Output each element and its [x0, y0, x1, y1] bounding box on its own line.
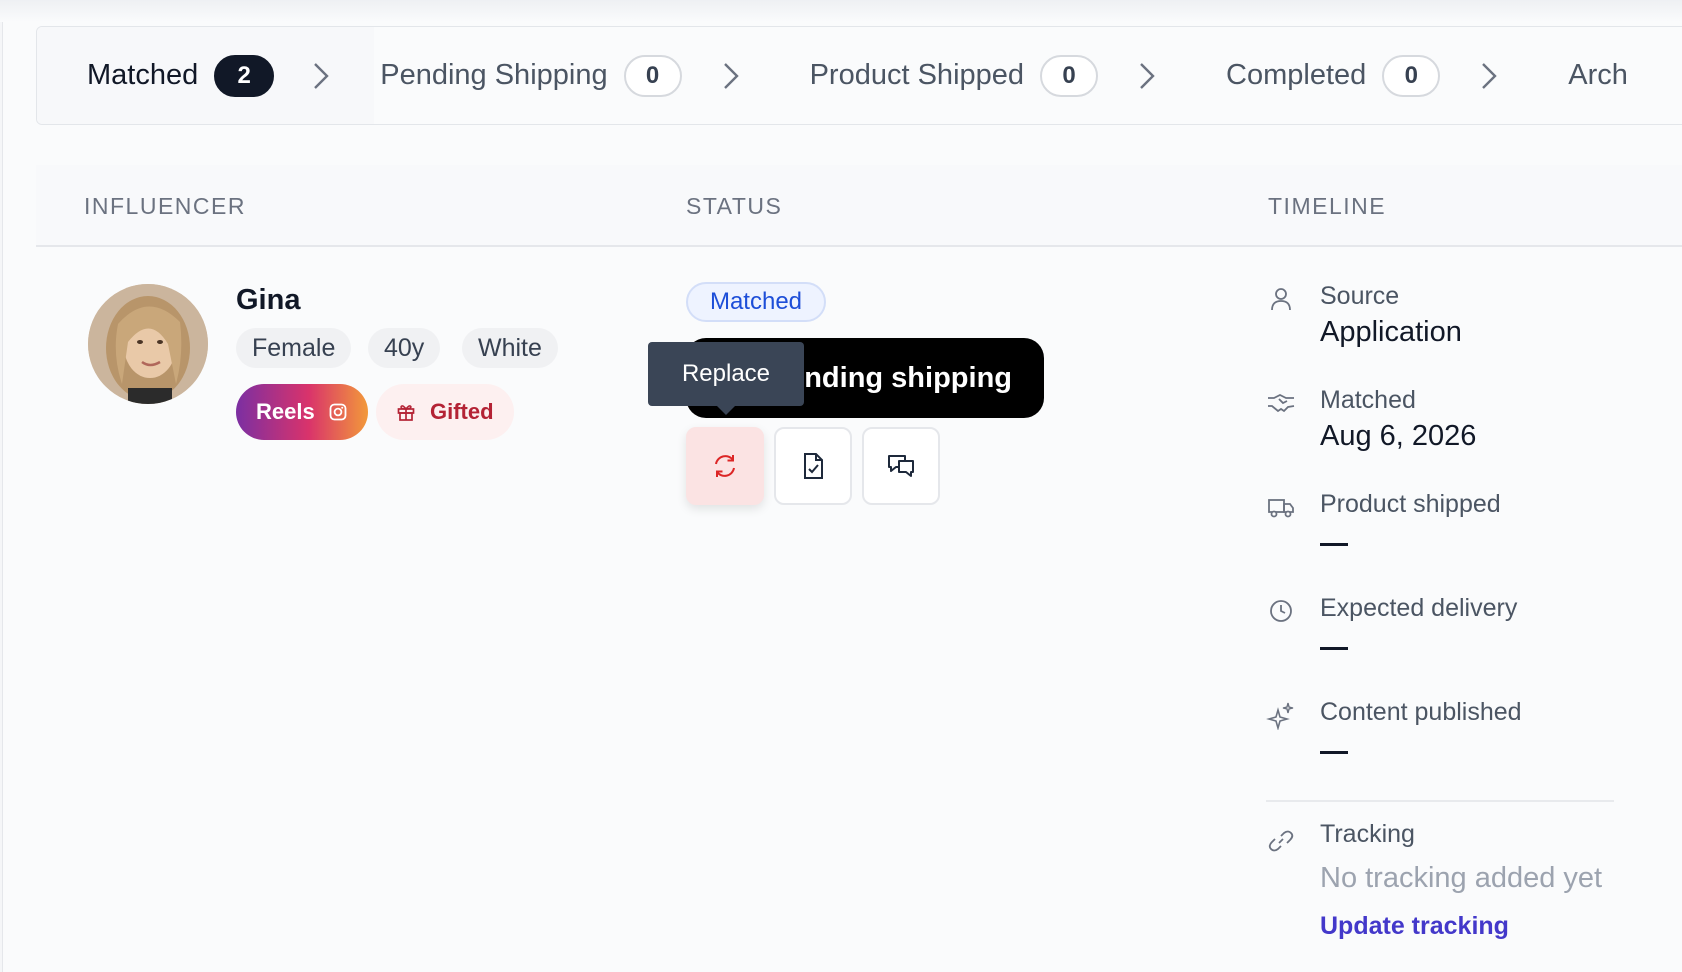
replace-button[interactable] — [686, 427, 764, 505]
tooltip-arrow — [716, 405, 736, 415]
deal-type-badge: Gifted — [376, 384, 514, 440]
timeline-tracking-label: Tracking — [1320, 820, 1415, 848]
refresh-icon — [715, 455, 735, 477]
step-count-badge: 0 — [1382, 54, 1441, 97]
tracking-empty-text: No tracking added yet — [1320, 862, 1603, 894]
handshake-icon — [1268, 393, 1295, 413]
column-header-status: STATUS — [686, 193, 783, 219]
chat-icon — [888, 455, 914, 477]
brief-document-button[interactable] — [774, 427, 852, 505]
truck-icon — [1268, 499, 1294, 518]
user-icon — [1271, 288, 1291, 311]
column-header-timeline: TIMELINE — [1268, 193, 1387, 219]
tag-age: 40y — [368, 328, 441, 368]
step-product-shipped[interactable]: Product Shipped 0 — [810, 27, 1226, 124]
table-header: INFLUENCER STATUS TIMELINE — [36, 165, 1682, 247]
step-count-badge: 0 — [1040, 54, 1099, 97]
timeline-divider — [1266, 800, 1614, 802]
timeline-matched-label: Matched — [1320, 386, 1416, 414]
timeline-source-value: Application — [1320, 316, 1462, 348]
step-label: Completed — [1226, 59, 1367, 91]
timeline-matched-value: Aug 6, 2026 — [1320, 420, 1477, 452]
timeline-delivery-label: Expected delivery — [1320, 594, 1518, 622]
step-label: Product Shipped — [809, 59, 1025, 91]
tag-ethnicity: White — [462, 328, 558, 368]
timeline-shipped-label: Product shipped — [1320, 490, 1501, 518]
document-check-icon — [804, 453, 823, 479]
step-matched[interactable]: Matched 2 — [37, 27, 375, 124]
update-tracking-link[interactable]: Update tracking — [1320, 912, 1509, 941]
platform-label: Reels — [256, 399, 315, 424]
tag-gender: Female — [236, 328, 352, 368]
step-pending-shipping[interactable]: Pending Shipping 0 — [374, 27, 809, 124]
status-stepper: Matched 2 Pending Shipping 0 Product Shi… — [36, 26, 1682, 125]
influencer-name: Gina — [236, 284, 301, 316]
step-label: Matched — [87, 59, 199, 91]
step-label: Pending Shipping — [380, 59, 608, 91]
step-completed[interactable]: Completed 0 — [1226, 27, 1568, 124]
sparkles-icon — [1266, 702, 1294, 730]
column-header-influencer: INFLUENCER — [84, 193, 246, 219]
instagram-icon — [329, 403, 347, 421]
clock-icon — [1270, 600, 1292, 622]
avatar[interactable] — [88, 284, 208, 404]
top-shadow — [0, 0, 1682, 22]
step-count-badge: 0 — [623, 54, 682, 97]
timeline-source-label: Source — [1320, 282, 1400, 310]
step-archived[interactable]: Arch — [1568, 27, 1628, 124]
timeline-published-label: Content published — [1320, 698, 1522, 726]
deal-type-label: Gifted — [430, 399, 494, 424]
gift-icon — [397, 405, 415, 421]
status-badge: Matched — [686, 282, 826, 322]
timeline-shipped-empty — [1320, 543, 1348, 546]
timeline-delivery-empty — [1320, 647, 1348, 650]
message-button[interactable] — [862, 427, 940, 505]
step-label: Arch — [1568, 59, 1628, 91]
replace-tooltip: Replace — [648, 342, 804, 406]
step-count-badge: 2 — [214, 54, 275, 97]
chevron-right-icon — [1478, 59, 1504, 93]
chevron-right-icon — [1136, 59, 1162, 93]
link-icon — [1268, 830, 1294, 852]
chevron-right-icon — [720, 59, 746, 93]
timeline-published-empty — [1320, 751, 1348, 754]
chevron-right-icon — [310, 59, 336, 93]
platform-badge-reels: Reels — [236, 384, 368, 440]
